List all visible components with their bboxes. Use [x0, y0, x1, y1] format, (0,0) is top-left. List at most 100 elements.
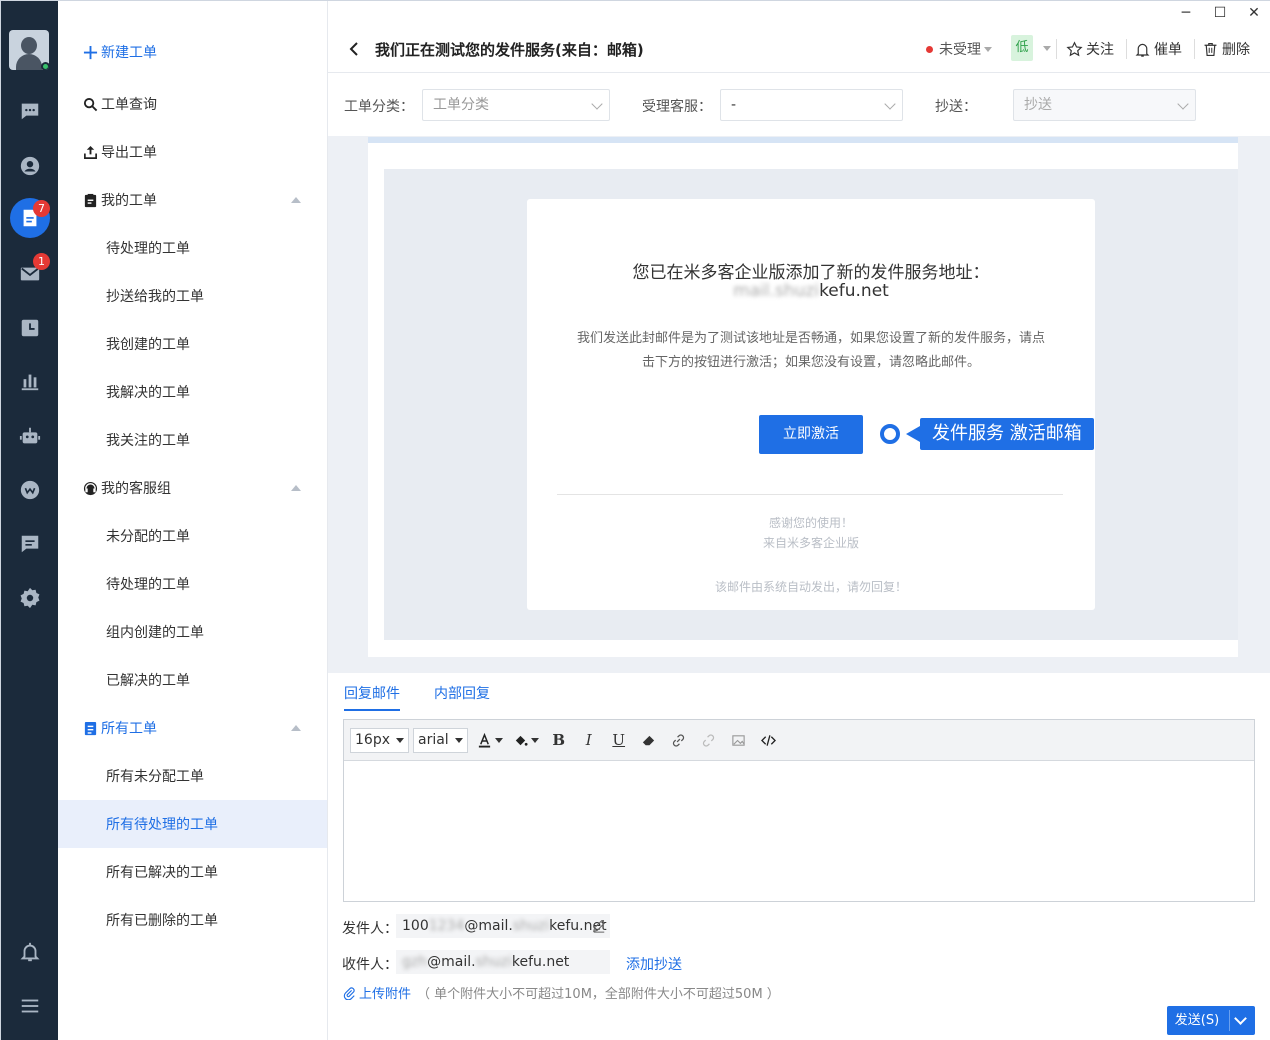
bell-icon[interactable]	[18, 940, 42, 964]
ticket-query-item[interactable]: 工单查询	[58, 80, 327, 128]
export-ticket-label: 导出工单	[101, 145, 157, 161]
send-button[interactable]: 发送(S)	[1167, 1006, 1255, 1035]
bold-button[interactable]: B	[544, 728, 574, 753]
font-family-select[interactable]: arial	[413, 727, 468, 753]
nav-item-all-pending[interactable]: 所有待处理的工单	[58, 800, 327, 848]
minimize-button[interactable]: ─	[1169, 1, 1203, 25]
editor-toolbar: 16px arial B I U	[344, 720, 1254, 761]
nav-item-group-created[interactable]: 组内创建的工单	[58, 608, 327, 656]
code-button[interactable]	[754, 728, 784, 753]
tab-reply-mail[interactable]: 回复邮件	[344, 683, 400, 711]
send-label: 发送(S)	[1174, 1013, 1220, 1028]
mail-heading: 您已在米多客企业版添加了新的发件服务地址：	[632, 263, 990, 283]
cc-label: 抄送：	[935, 99, 977, 115]
follow-label: 关注	[1086, 42, 1114, 58]
font-color-button[interactable]	[472, 728, 508, 753]
nav-item-all-deleted[interactable]: 所有已删除的工单	[58, 896, 327, 944]
report-icon[interactable]	[18, 369, 42, 393]
receiver-label: 收件人：	[342, 957, 398, 973]
highlight-button[interactable]	[508, 728, 544, 753]
all-tickets-group[interactable]: 所有工单	[58, 704, 327, 752]
nav-item-group-pending[interactable]: 待处理的工单	[58, 560, 327, 608]
italic-button[interactable]: I	[574, 728, 604, 753]
link-button[interactable]	[664, 728, 694, 753]
eraser-button[interactable]	[634, 728, 664, 753]
category-select[interactable]: 工单分类	[422, 89, 610, 121]
all-tickets-label: 所有工单	[101, 721, 157, 737]
font-size-select[interactable]: 16px	[350, 727, 409, 753]
priority-badge[interactable]: 低	[1011, 35, 1033, 61]
ticket-detail: ─ ☐ ✕ 我们正在测试您的发件服务(来自：邮箱) 未受理 低 关注 催单 删除…	[328, 1, 1270, 1040]
collapse-caret-icon[interactable]	[291, 197, 301, 203]
sender-blurred: 1234	[428, 918, 465, 934]
nav-item-my-pending[interactable]: 待处理的工单	[58, 224, 327, 272]
wechat-icon[interactable]	[18, 478, 42, 502]
dropdown-caret-icon	[984, 46, 992, 52]
image-icon	[732, 734, 745, 746]
remind-button[interactable]: 催单	[1134, 39, 1182, 59]
dropdown-caret-icon	[396, 737, 404, 743]
add-cc-link[interactable]: 添加抄送	[626, 954, 682, 974]
maximize-button[interactable]: ☐	[1203, 1, 1237, 25]
nav-item-my-created[interactable]: 我创建的工单	[58, 320, 327, 368]
underline-button[interactable]: U	[604, 728, 634, 753]
dropdown-caret-icon	[454, 737, 463, 743]
image-button[interactable]	[724, 728, 754, 753]
new-ticket-button[interactable]: 新建工单	[58, 28, 327, 76]
upload-link[interactable]: 上传附件	[359, 983, 411, 1002]
mail-address: mail.shuzikefu.net	[527, 281, 1095, 301]
bell-icon	[1135, 43, 1150, 57]
paperclip-icon	[343, 986, 355, 1000]
agent-value: -	[731, 97, 737, 113]
priority-caret-icon[interactable]	[1043, 46, 1051, 51]
settings-icon[interactable]	[18, 586, 42, 610]
robot-icon[interactable]	[18, 424, 42, 448]
delete-label: 删除	[1222, 42, 1250, 58]
collapse-caret-icon[interactable]	[291, 485, 301, 491]
trash-icon	[1204, 42, 1217, 56]
editor-body[interactable]	[344, 761, 1254, 901]
avatar[interactable]	[9, 30, 49, 70]
chat-icon[interactable]	[18, 99, 42, 123]
clock-icon[interactable]	[18, 316, 42, 340]
export-ticket-item[interactable]: 导出工单	[58, 128, 327, 176]
mail-address-domain: kefu.net	[819, 281, 889, 301]
receiver-field[interactable]: gzh@mail.shuzikefu.net	[396, 950, 610, 974]
unlink-button[interactable]	[694, 728, 724, 753]
tab-internal-reply[interactable]: 内部回复	[434, 683, 490, 711]
follow-button[interactable]: 关注	[1066, 39, 1114, 59]
document-icon	[82, 720, 98, 736]
status-dropdown[interactable]: 未受理	[926, 39, 992, 59]
activate-button[interactable]: 立即激活	[759, 415, 863, 454]
delete-button[interactable]: 删除	[1202, 39, 1250, 59]
mail-body-line1: 我们发送此封邮件是为了测试该地址是否畅通，如果您设置了新的发件服务，请点	[576, 331, 1045, 346]
send-options-chevron-icon[interactable]	[1234, 1012, 1247, 1025]
my-tickets-group[interactable]: 我的工单	[58, 176, 327, 224]
nav-item-group-unassigned[interactable]: 未分配的工单	[58, 512, 327, 560]
collapse-caret-icon[interactable]	[291, 725, 301, 731]
ticket-header: 我们正在测试您的发件服务(来自：邮箱) 未受理 低 关注 催单 删除	[328, 25, 1270, 73]
nav-item-group-resolved[interactable]: 已解决的工单	[58, 656, 327, 704]
back-arrow-icon[interactable]	[344, 39, 364, 59]
search-icon	[82, 96, 98, 112]
customer-icon[interactable]	[18, 154, 42, 178]
cc-select[interactable]: 抄送	[1013, 89, 1196, 121]
message-icon[interactable]	[18, 532, 42, 556]
sender-field[interactable]: 1001234@mail.shuzikefu.net	[396, 914, 610, 938]
menu-icon[interactable]	[18, 994, 42, 1018]
nav-item-all-unassigned[interactable]: 所有未分配工单	[58, 752, 327, 800]
close-window-button[interactable]: ✕	[1237, 1, 1270, 25]
my-group-group[interactable]: 我的客服组	[58, 464, 327, 512]
nav-item-all-resolved[interactable]: 所有已解决的工单	[58, 848, 327, 896]
agent-select[interactable]: -	[720, 89, 903, 121]
unlink-icon	[703, 733, 715, 747]
nav-item-cc-to-me[interactable]: 抄送给我的工单	[58, 272, 327, 320]
nav-item-my-followed[interactable]: 我关注的工单	[58, 416, 327, 464]
link-icon	[673, 733, 685, 747]
export-icon	[82, 144, 98, 160]
edit-icon[interactable]	[592, 919, 606, 933]
star-icon	[1066, 40, 1083, 56]
upload-note: （ 单个附件大小不可超过10M，全部附件大小不可超过50M ）	[417, 987, 780, 1002]
mail-address-blurred: mail.shuzi	[733, 281, 820, 301]
nav-item-my-resolved[interactable]: 我解决的工单	[58, 368, 327, 416]
